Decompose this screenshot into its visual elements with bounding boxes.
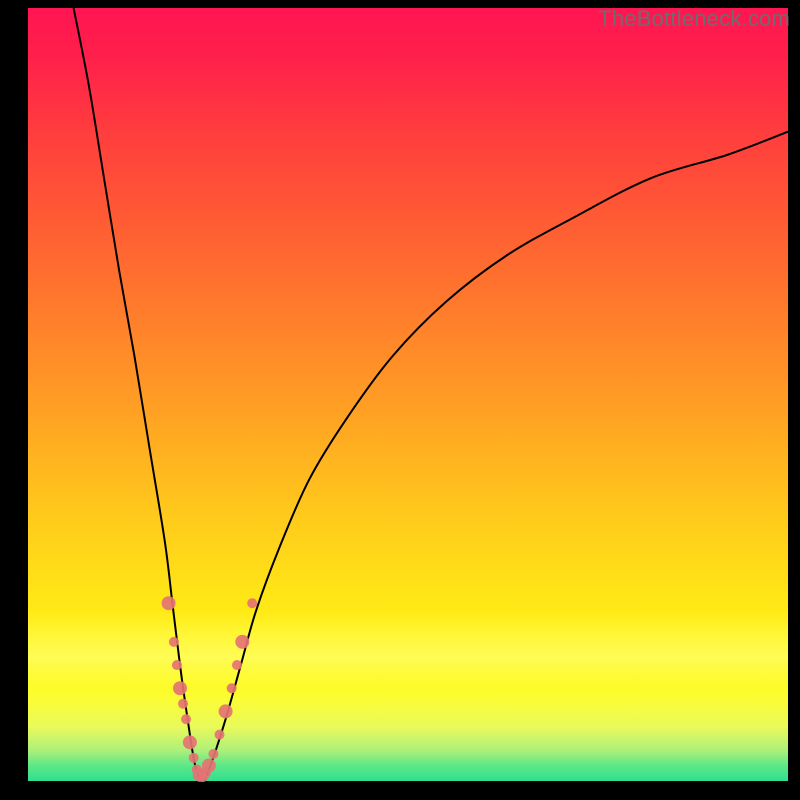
highlight-dot [247, 598, 257, 608]
highlight-dot [178, 699, 188, 709]
highlight-dot [219, 704, 233, 718]
highlight-dots [162, 596, 258, 782]
highlight-dot [183, 735, 197, 749]
highlight-dot [227, 683, 237, 693]
haze-band [28, 611, 788, 688]
highlight-dot [235, 635, 249, 649]
highlight-dot [198, 772, 208, 782]
highlight-dot [169, 637, 179, 647]
highlight-dot [162, 596, 176, 610]
highlight-dot [201, 768, 211, 778]
highlight-dot [172, 660, 182, 670]
highlight-dot [193, 768, 207, 782]
curve-svg [28, 8, 788, 781]
highlight-dot [181, 714, 191, 724]
bottleneck-curve [74, 8, 788, 781]
highlight-dot [189, 753, 199, 763]
highlight-dot [192, 764, 202, 774]
highlight-dot [232, 660, 242, 670]
highlight-dot [173, 681, 187, 695]
highlight-dot [215, 730, 225, 740]
highlight-dot [202, 759, 216, 773]
plot-area [28, 8, 788, 781]
chart-frame: TheBottleneck.com [0, 0, 800, 800]
highlight-dot [208, 749, 218, 759]
